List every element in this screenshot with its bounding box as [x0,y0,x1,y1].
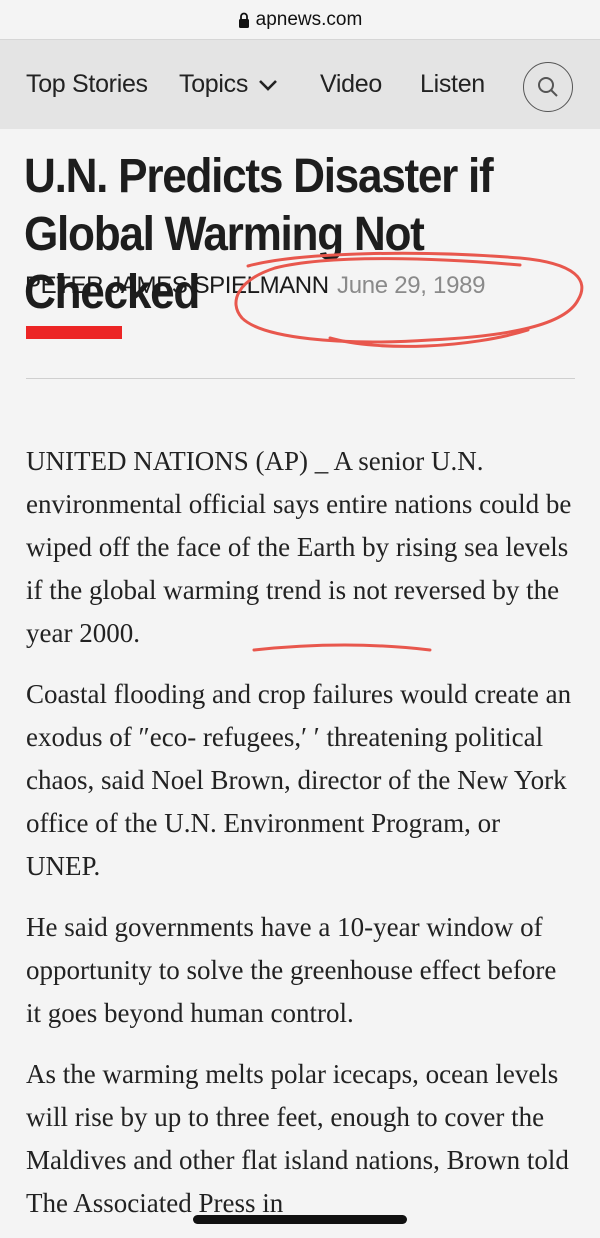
paragraph: UNITED NATIONS (AP) _ A senior U.N. envi… [26,446,572,648]
nav-top-stories[interactable]: Top Stories [26,40,148,129]
divider [26,378,575,379]
home-indicator[interactable] [193,1215,407,1224]
url-text: apnews.com [255,8,363,30]
nav-topics[interactable]: Topics [179,40,278,129]
browser-url-bar[interactable]: apnews.com [0,0,600,40]
site-nav: Top Stories Topics Video Listen [0,40,600,129]
circle-annotation-tail [328,328,530,348]
chevron-down-icon [259,79,277,91]
lock-icon [238,12,249,28]
search-button[interactable] [523,62,573,112]
nav-label: Top Stories [26,70,148,98]
paragraph: He said governments have a 10-year windo… [26,912,557,1028]
search-icon [538,77,558,97]
nav-listen[interactable]: Listen [420,40,485,129]
nav-label: Topics [179,70,249,98]
nav-label: Listen [420,70,485,98]
author-byline[interactable]: PETER JAMES SPIELMANN [25,272,329,300]
article-body: UNITED NATIONS (AP) _ A senior U.N. envi… [26,440,576,1238]
publish-date: June 29, 1989 [337,272,486,299]
nav-video[interactable]: Video [320,40,382,129]
accent-bar [26,326,122,339]
paragraph: Coastal flooding and crop failures would… [26,679,572,881]
nav-label: Video [320,70,382,98]
paragraph: As the warming melts polar icecaps, ocea… [26,1059,569,1218]
